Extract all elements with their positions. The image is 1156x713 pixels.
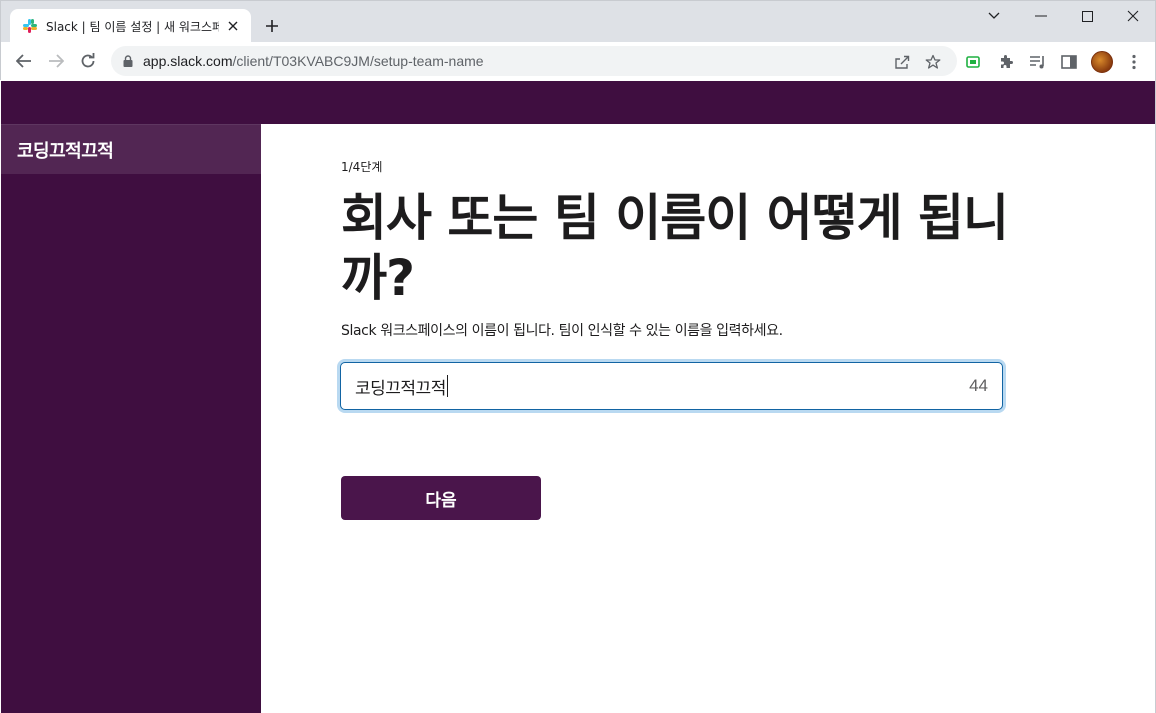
team-name-input-value: 코딩끄적끄적 (355, 378, 446, 399)
url-text: app.slack.com/client/T03KVABC9JM/setup-t… (143, 53, 484, 69)
slack-topbar (1, 81, 1155, 124)
workspace-header[interactable]: 코딩끄적끄적 (1, 124, 261, 174)
new-tab-button[interactable] (261, 15, 283, 37)
maximize-icon[interactable] (1076, 7, 1098, 25)
character-counter: 44 (969, 376, 988, 395)
extension-green-icon[interactable] (964, 53, 982, 71)
extensions-puzzle-icon[interactable] (997, 53, 1015, 71)
lock-icon[interactable] (121, 54, 135, 68)
slack-logo-icon (22, 18, 38, 34)
side-panel-icon[interactable] (1060, 53, 1078, 71)
setup-panel: 1/4단계 회사 또는 팀 이름이 어떻게 됩니까? Slack 워크스페이스의… (261, 124, 1155, 713)
media-control-icon[interactable] (1029, 53, 1047, 71)
close-tab-icon[interactable] (225, 18, 241, 34)
text-caret (446, 375, 448, 397)
page-title: 회사 또는 팀 이름이 어떻게 됩니까? (341, 189, 1009, 307)
slack-sidebar: 코딩끄적끄적 (1, 124, 261, 713)
next-button[interactable]: 다음 (341, 476, 541, 520)
address-bar[interactable]: app.slack.com/client/T03KVABC9JM/setup-t… (111, 46, 957, 76)
close-window-icon[interactable] (1122, 7, 1144, 25)
step-indicator: 1/4단계 (341, 160, 383, 174)
reload-icon[interactable] (77, 50, 99, 72)
share-icon[interactable] (893, 53, 911, 71)
bookmark-star-icon[interactable] (924, 53, 942, 71)
forward-arrow-icon[interactable] (45, 50, 67, 72)
browser-toolbar: app.slack.com/client/T03KVABC9JM/setup-t… (0, 42, 1156, 80)
menu-kebab-icon[interactable] (1125, 53, 1143, 71)
url-path: /client/T03KVABC9JM/setup-team-name (232, 53, 484, 69)
back-arrow-icon[interactable] (13, 50, 35, 72)
team-name-input[interactable]: 코딩끄적끄적 44 (340, 362, 1003, 410)
browser-tab[interactable]: Slack | 팀 이름 설정 | 새 워크스페이스 (10, 9, 251, 43)
profile-avatar[interactable] (1091, 51, 1113, 73)
page-description: Slack 워크스페이스의 이름이 됩니다. 팀이 인식할 수 있는 이름을 입… (341, 323, 783, 339)
tab-search-chevron-icon[interactable] (983, 7, 1005, 25)
minimize-icon[interactable] (1030, 7, 1052, 25)
workspace-name: 코딩끄적끄적 (17, 140, 114, 162)
browser-tabstrip: Slack | 팀 이름 설정 | 새 워크스페이스 (0, 0, 1156, 43)
url-host: app.slack.com (143, 53, 233, 69)
tab-title: Slack | 팀 이름 설정 | 새 워크스페이스 (46, 19, 219, 34)
